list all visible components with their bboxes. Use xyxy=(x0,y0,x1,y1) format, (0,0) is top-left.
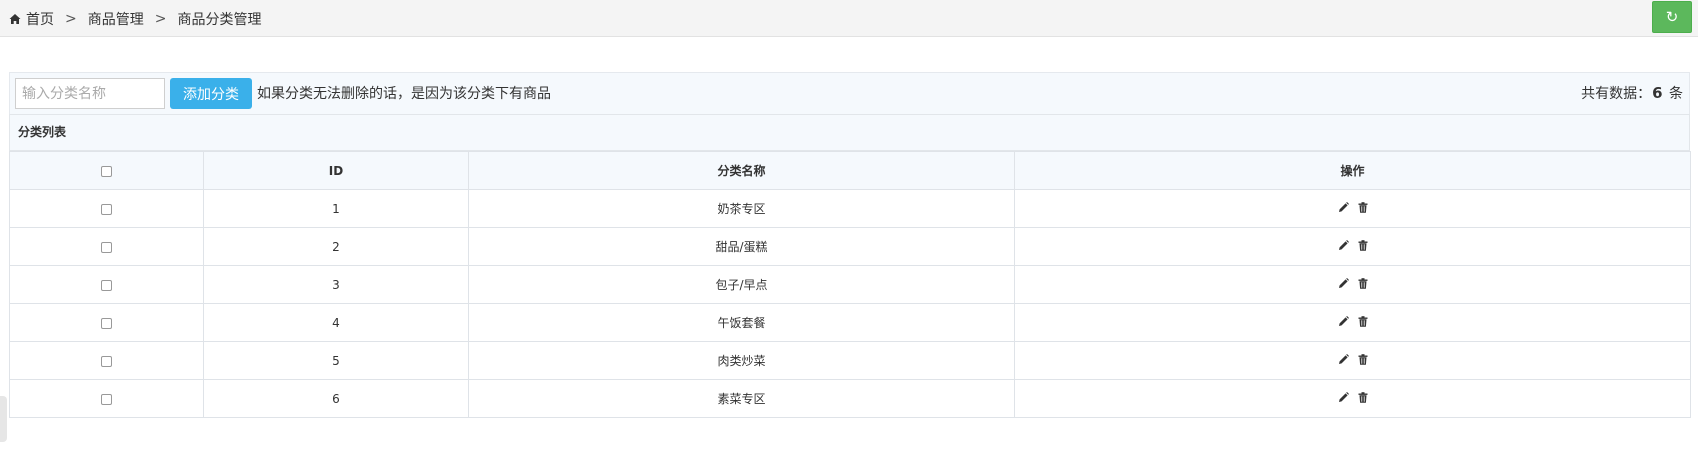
pencil-icon[interactable] xyxy=(1338,201,1349,213)
row-id: 1 xyxy=(203,189,469,228)
pencil-icon[interactable] xyxy=(1338,315,1349,327)
table-row: 5 肉类炒菜 xyxy=(9,341,1691,380)
trash-icon[interactable] xyxy=(1358,353,1368,365)
pencil-icon[interactable] xyxy=(1338,277,1349,289)
row-checkbox[interactable] xyxy=(101,393,112,405)
total-number: 6 xyxy=(1652,84,1663,102)
breadcrumb-category-management: 商品分类管理 xyxy=(177,11,262,28)
trash-icon[interactable] xyxy=(1358,391,1368,403)
row-id: 3 xyxy=(203,265,469,304)
table-row: 1 奶茶专区 xyxy=(9,189,1691,228)
row-id: 4 xyxy=(203,303,469,342)
top-bar: 首页 > 商品管理 > 商品分类管理 ↻ xyxy=(0,0,1698,37)
table-row: 6 素菜专区 xyxy=(9,379,1691,418)
row-category-name: 奶茶专区 xyxy=(468,189,1015,228)
refresh-icon: ↻ xyxy=(1665,7,1679,26)
column-header-name: 分类名称 xyxy=(468,151,1015,190)
row-checkbox[interactable] xyxy=(101,241,112,253)
row-actions xyxy=(1014,227,1691,266)
breadcrumb-product-management[interactable]: 商品管理 xyxy=(88,9,144,29)
table-row: 2 甜品/蛋糕 xyxy=(9,227,1691,266)
row-select-cell xyxy=(9,341,204,380)
row-select-cell xyxy=(9,227,204,266)
pencil-icon[interactable] xyxy=(1338,391,1349,403)
trash-icon[interactable] xyxy=(1358,239,1368,251)
row-actions xyxy=(1014,303,1691,342)
category-name-input[interactable] xyxy=(15,78,165,109)
column-header-actions: 操作 xyxy=(1014,151,1691,190)
select-all-checkbox[interactable] xyxy=(101,165,112,177)
trash-icon[interactable] xyxy=(1358,277,1368,289)
category-toolbar: 添加分类 如果分类无法删除的话，是因为该分类下有商品 共有数据：6 条 xyxy=(9,72,1690,114)
row-category-name: 甜品/蛋糕 xyxy=(468,227,1015,266)
row-category-name: 包子/早点 xyxy=(468,265,1015,304)
trash-icon[interactable] xyxy=(1358,201,1368,213)
column-header-id: ID xyxy=(203,151,469,190)
category-table: ID 分类名称 操作 1 奶茶专区 2 甜品/蛋糕 3 包子/早点 4 午饭套餐 5 肉类炒菜 6 素… xyxy=(9,151,1691,418)
total-unit: 条 xyxy=(1669,86,1683,102)
row-checkbox[interactable] xyxy=(101,317,112,329)
table-row: 3 包子/早点 xyxy=(9,265,1691,304)
breadcrumb-home[interactable]: 首页 xyxy=(26,9,54,29)
home-icon xyxy=(9,13,21,24)
side-panel-handle[interactable] xyxy=(0,396,7,442)
breadcrumb-separator: > xyxy=(65,10,77,27)
row-category-name: 午饭套餐 xyxy=(468,303,1015,342)
row-select-cell xyxy=(9,189,204,228)
row-checkbox[interactable] xyxy=(101,355,112,367)
table-row: 4 午饭套餐 xyxy=(9,303,1691,342)
total-label: 共有数据： xyxy=(1581,86,1652,102)
row-checkbox[interactable] xyxy=(101,203,112,215)
category-list-title: 分类列表 xyxy=(9,114,1690,151)
row-id: 5 xyxy=(203,341,469,380)
breadcrumb-separator: > xyxy=(154,10,167,27)
row-id: 2 xyxy=(203,227,469,266)
row-select-cell xyxy=(9,303,204,342)
total-count: 共有数据：6 条 xyxy=(1581,73,1683,113)
pencil-icon[interactable] xyxy=(1338,239,1349,251)
add-category-button[interactable]: 添加分类 xyxy=(170,78,252,109)
row-actions xyxy=(1014,379,1691,418)
refresh-button[interactable]: ↻ xyxy=(1652,1,1692,33)
row-actions xyxy=(1014,265,1691,304)
row-checkbox[interactable] xyxy=(101,279,112,291)
table-header-row: ID 分类名称 操作 xyxy=(9,151,1691,190)
row-category-name: 肉类炒菜 xyxy=(468,341,1015,380)
delete-hint-text: 如果分类无法删除的话，是因为该分类下有商品 xyxy=(257,86,551,102)
row-id: 6 xyxy=(203,379,469,418)
breadcrumb: 首页 > 商品管理 > 商品分类管理 xyxy=(9,0,261,37)
row-category-name: 素菜专区 xyxy=(468,379,1015,418)
trash-icon[interactable] xyxy=(1358,315,1368,327)
pencil-icon[interactable] xyxy=(1338,353,1349,365)
row-select-cell xyxy=(9,265,204,304)
row-actions xyxy=(1014,189,1691,228)
row-actions xyxy=(1014,341,1691,380)
select-all-header xyxy=(9,151,204,190)
row-select-cell xyxy=(9,379,204,418)
